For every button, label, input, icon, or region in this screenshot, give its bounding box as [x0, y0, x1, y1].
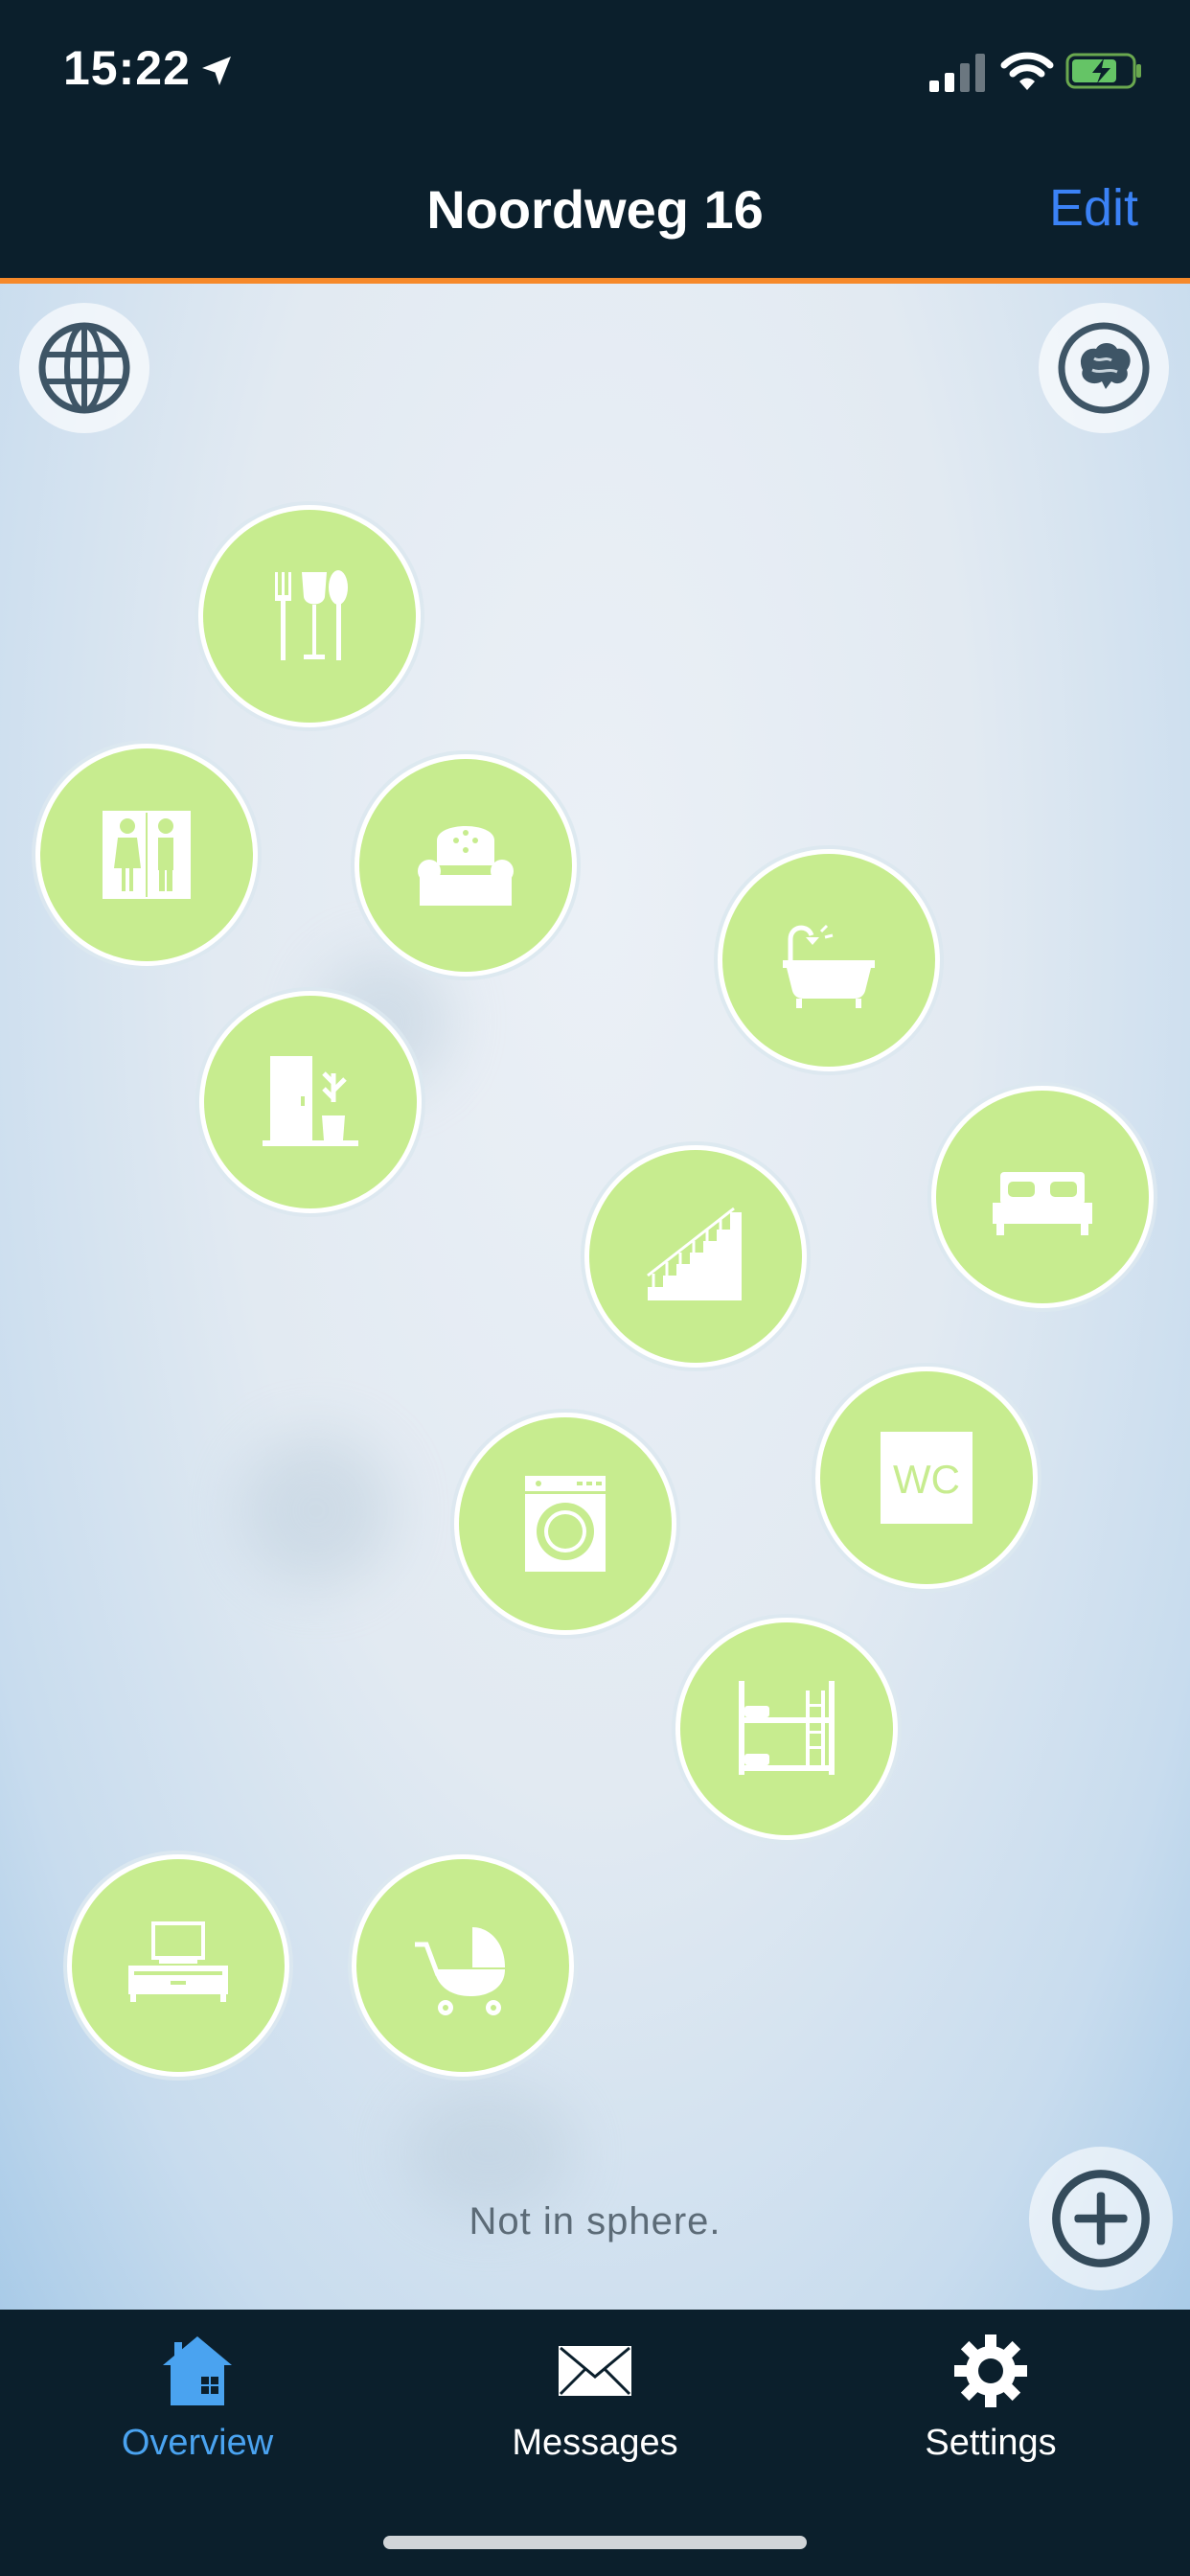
background-blur — [402, 2085, 575, 2220]
wifi-icon — [1000, 52, 1054, 90]
room-stairs[interactable] — [589, 1150, 802, 1363]
tab-messages-label: Messages — [512, 2423, 678, 2463]
tab-overview-label: Overview — [121, 2423, 274, 2463]
svg-text:WC: WC — [893, 1457, 960, 1502]
tab-settings-label: Settings — [925, 2423, 1057, 2463]
room-laundry[interactable] — [459, 1417, 672, 1630]
gear-icon — [954, 2334, 1027, 2407]
dining-icon — [275, 570, 348, 660]
brain-icon — [1058, 322, 1150, 414]
globe-icon — [38, 322, 130, 414]
nav-bar: Noordweg 16 Edit — [0, 134, 1190, 280]
sphere-overview: WC Not in sphere. — [0, 284, 1190, 2310]
globe-button[interactable] — [19, 303, 149, 433]
tab-overview[interactable]: Overview — [54, 2310, 341, 2482]
sphere-status-text: Not in sphere. — [469, 2200, 721, 2242]
wc-icon: WC — [881, 1432, 973, 1524]
room-hallway[interactable] — [204, 996, 417, 1208]
room-dining[interactable] — [203, 510, 416, 723]
tv-stand-icon — [128, 1921, 228, 2002]
washing-machine-icon — [525, 1476, 606, 1572]
room-living-room[interactable] — [359, 759, 572, 972]
baby-stroller-icon — [415, 1927, 505, 2015]
bunk-bed-icon — [739, 1681, 835, 1775]
room-wc[interactable]: WC — [820, 1371, 1033, 1584]
plus-circle-icon — [1052, 2170, 1150, 2267]
stairs-icon — [647, 1207, 742, 1300]
door-plant-icon — [263, 1056, 358, 1146]
room-bathroom[interactable] — [722, 854, 935, 1067]
bathtub-icon — [783, 924, 875, 1008]
envelope-icon — [559, 2346, 631, 2396]
home-indicator — [383, 2536, 807, 2549]
room-kids-bedroom[interactable] — [680, 1622, 893, 1835]
tab-settings[interactable]: Settings — [847, 2310, 1134, 2482]
cellular-signal-icon — [929, 54, 985, 92]
room-bedroom[interactable] — [936, 1091, 1149, 1303]
add-room-button[interactable] — [1029, 2147, 1173, 2290]
brain-button[interactable] — [1039, 303, 1169, 433]
room-nursery[interactable] — [356, 1859, 569, 2072]
toilet-people-icon — [103, 811, 191, 899]
location-arrow-icon — [202, 57, 231, 85]
room-toilets-people[interactable] — [40, 748, 253, 961]
tab-messages[interactable]: Messages — [451, 2310, 739, 2482]
home-icon — [163, 2336, 232, 2405]
armchair-icon — [418, 826, 514, 906]
page-title: Noordweg 16 — [426, 179, 764, 240]
room-tv-room[interactable] — [72, 1859, 285, 2072]
bed-icon — [993, 1172, 1092, 1235]
status-time: 15:22 — [63, 41, 191, 95]
background-blur — [240, 1434, 393, 1587]
battery-charging-icon — [1065, 53, 1141, 89]
edit-button[interactable]: Edit — [1049, 178, 1138, 238]
status-bar: 15:22 — [0, 0, 1190, 134]
